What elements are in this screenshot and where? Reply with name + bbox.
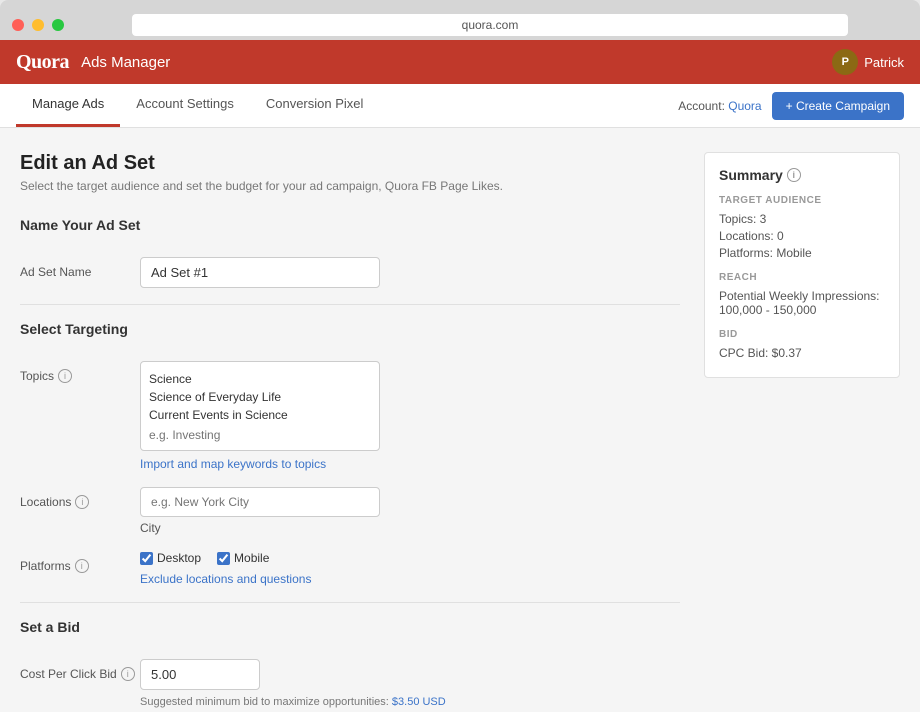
targeting-section-title: Select Targeting [20,321,680,345]
topic-tag-1: Science [149,370,371,388]
summary-topics: Topics: 3 [719,212,885,226]
topics-row: Topics i Science Science of Everyday Lif… [20,361,680,471]
divider-2 [20,602,680,603]
platforms-info-icon[interactable]: i [75,559,89,573]
topics-label: Topics i [20,361,140,383]
tab-manage-ads[interactable]: Manage Ads [16,83,120,127]
topics-info-icon[interactable]: i [58,369,72,383]
app-window: Quora Ads Manager P Patrick Manage Ads A… [0,40,920,712]
platforms-label: Platforms i [20,551,140,573]
locations-info-icon[interactable]: i [75,495,89,509]
mobile-checkbox-label[interactable]: Mobile [217,551,269,565]
main-content: Edit an Ad Set Select the target audienc… [0,128,920,712]
avatar: P [832,49,858,75]
summary-box: Summary i TARGET AUDIENCE Topics: 3 Loca… [704,152,900,378]
city-text: City [140,521,680,535]
bid-input-wrap [140,659,260,690]
bid-amount: $3.50 USD [392,696,446,708]
platforms-control: Desktop Mobile Exclude locations and que… [140,551,680,586]
top-nav: Quora Ads Manager P Patrick [0,40,920,84]
bid-suggestion: Suggested minimum bid to maximize opport… [140,696,680,708]
tab-bar: Manage Ads Account Settings Conversion P… [0,84,920,128]
nav-user[interactable]: P Patrick [832,49,904,75]
platforms-row: Platforms i Desktop [20,551,680,586]
bid-section: Set a Bid Cost Per Click Bid i Suggested… [20,619,680,708]
cpc-row: Cost Per Click Bid i Suggested minimum b… [20,659,680,708]
bid-input[interactable] [140,659,260,690]
mobile-checkbox[interactable] [217,552,230,565]
name-section: Name Your Ad Set Ad Set Name [20,217,680,288]
target-audience-label: TARGET AUDIENCE [719,195,885,206]
page-title: Edit an Ad Set [20,152,680,175]
name-section-title: Name Your Ad Set [20,217,680,241]
ad-set-name-label: Ad Set Name [20,257,140,279]
topic-tag-2: Science of Everyday Life [149,388,371,406]
summary-platforms: Platforms: Mobile [719,246,885,260]
locations-input[interactable] [140,487,380,517]
quora-logo: Quora [16,51,69,74]
ad-set-name-row: Ad Set Name [20,257,680,288]
locations-label: Locations i [20,487,140,509]
cpc-label: Cost Per Click Bid i [20,659,140,681]
account-name[interactable]: Quora [728,99,761,113]
page-subtitle: Select the target audience and set the b… [20,179,680,193]
tab-actions: Account: Quora + Create Campaign [678,92,904,120]
topics-control: Science Science of Everyday Life Current… [140,361,680,471]
topics-input[interactable] [149,428,371,442]
ad-set-name-control [140,257,680,288]
username: Patrick [864,55,904,70]
tabs: Manage Ads Account Settings Conversion P… [16,84,379,127]
cpc-control: Suggested minimum bid to maximize opport… [140,659,680,708]
targeting-section: Select Targeting Topics i Science Scienc… [20,321,680,586]
platforms-checkbox-group: Desktop Mobile [140,551,680,565]
create-campaign-button[interactable]: + Create Campaign [772,92,904,120]
url-bar[interactable]: quora.com [132,14,848,36]
ad-set-name-input[interactable] [140,257,380,288]
exclude-link[interactable]: Exclude locations and questions [140,572,311,586]
locations-control: City [140,487,680,535]
topics-box: Science Science of Everyday Life Current… [140,361,380,451]
summary-locations: Locations: 0 [719,229,885,243]
summary-title: Summary i [719,167,885,183]
reach-label: REACH [719,272,885,283]
sidebar: Summary i TARGET AUDIENCE Topics: 3 Loca… [680,152,900,712]
account-label: Account: Quora [678,99,761,113]
tab-account-settings[interactable]: Account Settings [120,83,250,127]
summary-info-icon[interactable]: i [787,168,801,182]
maximize-dot[interactable] [52,19,64,31]
tab-conversion-pixel[interactable]: Conversion Pixel [250,83,380,127]
browser-chrome: quora.com [0,0,920,40]
bid-label: BID [719,329,885,340]
import-keywords-link[interactable]: Import and map keywords to topics [140,457,680,471]
locations-row: Locations i City [20,487,680,535]
close-dot[interactable] [12,19,24,31]
nav-left: Quora Ads Manager [16,51,170,74]
divider-1 [20,304,680,305]
topic-tag-3: Current Events in Science [149,406,371,424]
summary-impressions: Potential Weekly Impressions: 100,000 - … [719,289,885,317]
form-area: Edit an Ad Set Select the target audienc… [20,152,680,712]
cpc-info-icon[interactable]: i [121,667,135,681]
ads-manager-label: Ads Manager [81,54,170,71]
bid-section-title: Set a Bid [20,619,680,643]
summary-cpc-bid: CPC Bid: $0.37 [719,346,885,360]
desktop-checkbox[interactable] [140,552,153,565]
desktop-checkbox-label[interactable]: Desktop [140,551,201,565]
minimize-dot[interactable] [32,19,44,31]
